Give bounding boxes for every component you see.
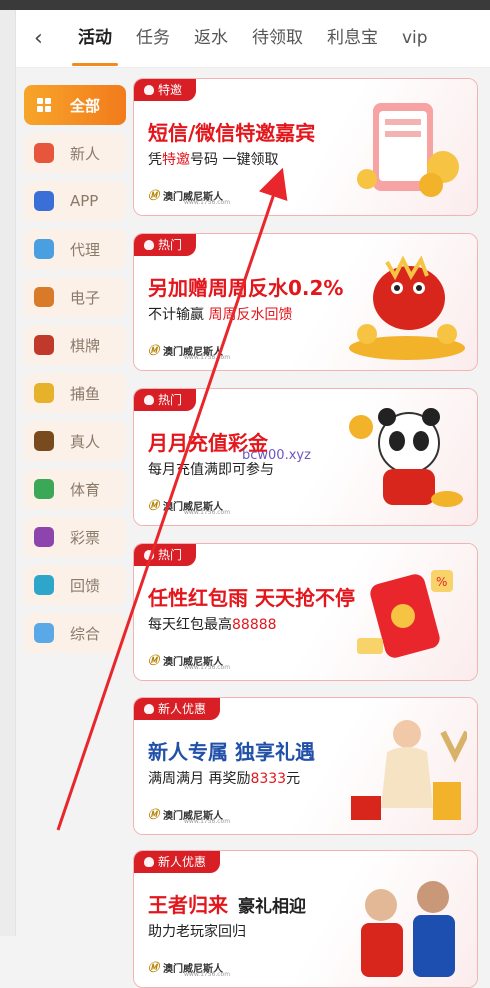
logo-mark: Ⓜ bbox=[148, 961, 159, 974]
brand-logo: Ⓜ 澳门威尼斯人 www.1756.com bbox=[148, 959, 230, 978]
red-arrow-annotation bbox=[56, 167, 288, 831]
logo-url: www.1756.com bbox=[184, 971, 231, 978]
